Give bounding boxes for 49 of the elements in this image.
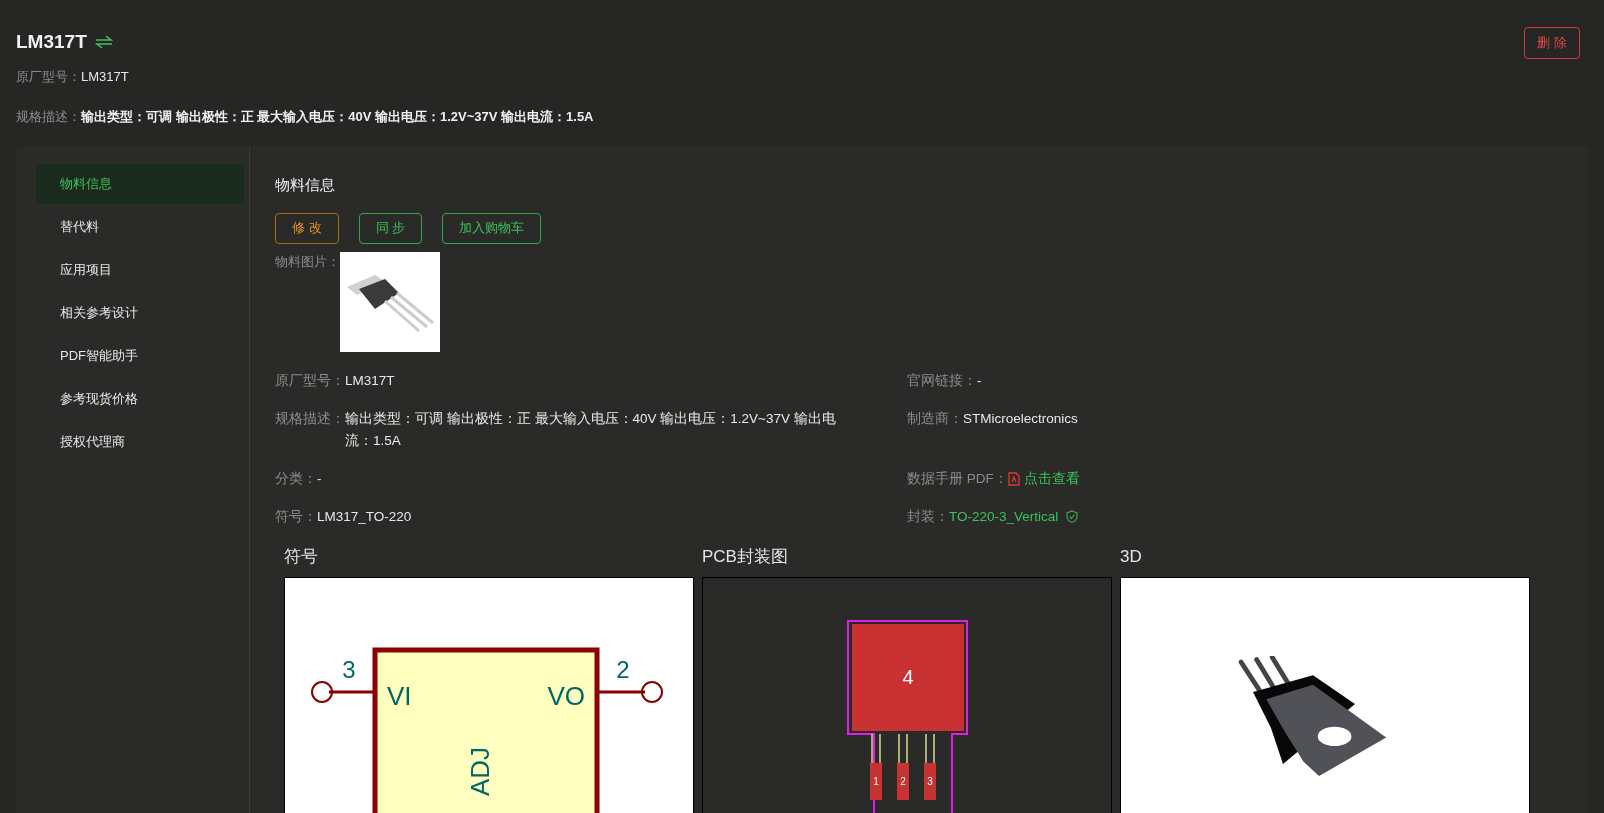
sidebar-item[interactable]: 相关参考设计 (36, 293, 244, 333)
pad-number: 1 (873, 776, 879, 787)
field-value: 输出类型：可调 输出极性：正 最大输入电压：40V 输出电压：1.2V~37V 输出电流：1.5A (81, 107, 594, 126)
pin-label: VO (547, 681, 585, 711)
field-label: 分类： (275, 469, 317, 488)
preview-title: 3D (1120, 545, 1143, 568)
edit-button[interactable]: 修 改 (275, 212, 339, 244)
field-label: 数据手册 PDF： (907, 469, 1008, 488)
field-label: 原厂型号： (275, 371, 345, 390)
field-value: LM317T (345, 371, 395, 390)
field-label: 原厂型号： (16, 68, 81, 86)
delete-button[interactable]: 删 除 (1524, 27, 1580, 59)
field-label: 符号： (275, 507, 317, 526)
field-label: 规格描述： (275, 409, 345, 428)
sync-button[interactable]: 同 步 (358, 212, 423, 244)
pin-label: VI (387, 681, 412, 711)
field-label: 制造商： (907, 409, 963, 428)
field-value: STMicroelectronics (963, 409, 1078, 428)
field-label: 封装： (907, 507, 949, 526)
package-link[interactable]: TO-220-3_Vertical (949, 505, 1059, 528)
pad-number: 3 (927, 776, 933, 787)
sidebar-item[interactable]: PDF智能助手 (36, 336, 244, 376)
field-value: - (317, 469, 322, 488)
field-label: 规格描述： (16, 107, 81, 126)
field-value: LM317_TO-220 (317, 507, 412, 526)
preview-title: PCB封装图 (702, 545, 789, 568)
sidebar-item[interactable]: 应用项目 (36, 250, 244, 290)
pad-number: 2 (900, 776, 906, 787)
pin-label: ADJ (465, 746, 495, 796)
sidebar-item[interactable]: 替代料 (36, 207, 244, 247)
swap-arrows-icon[interactable] (94, 35, 113, 50)
field-label: 官网链接： (907, 371, 977, 390)
sidebar-item[interactable]: 参考现货价格 (36, 379, 244, 419)
sidebar-item[interactable]: 授权代理商 (36, 422, 244, 462)
preview-title: 符号 (284, 545, 319, 568)
pad-number: 4 (902, 666, 914, 688)
field-value: - (977, 371, 982, 390)
section-title: 物料信息 (275, 176, 335, 193)
pdf-file-icon (1007, 471, 1020, 486)
cart-button[interactable]: 加入购物车 (442, 212, 542, 244)
field-label: 物料图片： (275, 252, 340, 271)
field-value: LM317T (81, 68, 129, 86)
field-value: 输出类型：可调 输出极性：正 最大输入电压：40V 输出电压：1.2V~37V 输出电流：1.5A (345, 409, 837, 450)
pin-number: 2 (616, 656, 630, 683)
pin-number: 3 (342, 656, 356, 683)
shield-check-icon (1066, 510, 1079, 523)
part-title: LM317T (16, 30, 87, 54)
sidebar-item[interactable]: 物料信息 (36, 164, 244, 204)
view-link[interactable]: 点击查看 (1023, 467, 1080, 490)
